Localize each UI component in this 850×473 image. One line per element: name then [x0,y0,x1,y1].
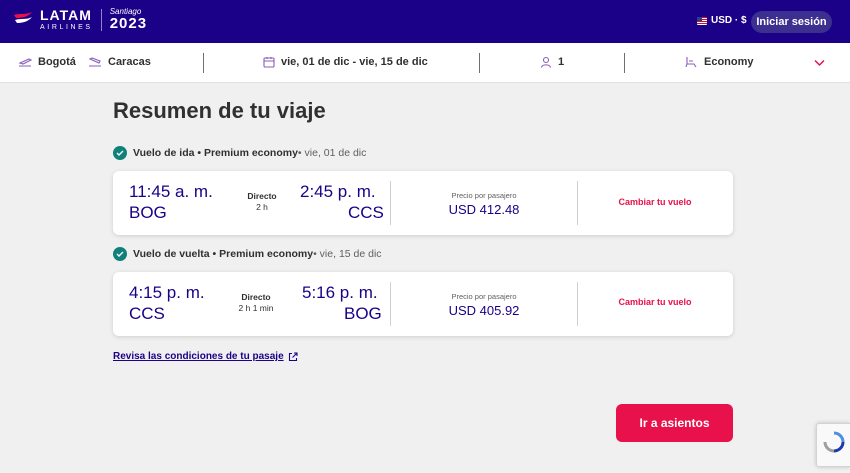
fare-conditions-link[interactable]: Revisa las condiciones de tu pasaje [113,351,298,362]
return-date: • vie, 15 de dic [313,248,382,260]
change-flight-link[interactable]: Cambiar tu vuelo [595,297,715,307]
divider [624,53,625,73]
arrival-time: 2:45 p. m. [300,182,376,201]
return-segment-label: Vuelo de vuelta • Premium economy • vie,… [113,247,382,261]
check-icon [113,247,127,261]
price-caption: Precio por pasajero [451,191,517,200]
divider [577,282,578,326]
divider [390,181,391,225]
logo-divider [100,8,102,31]
outbound-flight-card: 11:45 a. m. BOG Directo 2 h 2:45 p. m. C… [113,171,733,235]
outbound-date: • vie, 01 de dic [297,147,367,159]
departure-airport: CCS [129,304,165,323]
seat-icon [685,57,697,68]
recaptcha-badge[interactable] [816,423,850,467]
price-value: USD 405.92 [448,303,520,318]
stops-label: Directo [247,191,277,201]
departure-airport: BOG [129,203,167,222]
page-title: Resumen de tu viaje [113,98,326,123]
origin-field[interactable]: Bogotá [18,56,76,68]
change-flight-link[interactable]: Cambiar tu vuelo [595,197,715,207]
outbound-segment-label: Vuelo de ida • Premium economy • vie, 01… [113,146,366,160]
duration-label: 2 h 1 min [238,303,274,313]
flight-info: Directo 2 h 1 min [221,292,291,314]
check-icon [113,146,127,160]
currency-label: USD · $ [711,15,747,26]
top-header: LATAM AIRLINES Santiago 2023 USD · $ Ini… [0,0,850,43]
person-icon [540,56,552,68]
price-caption: Precio por pasajero [451,292,517,301]
departure-time: 4:15 p. m. [129,283,205,302]
departure-time: 11:45 a. m. [129,182,213,201]
brand-subtitle: AIRLINES [40,24,93,31]
stops-label: Directo [241,292,271,302]
currency-selector[interactable]: USD · $ [697,15,747,26]
cabin-label: Economy [704,56,754,68]
latam-logo[interactable]: LATAM AIRLINES Santiago 2023 [12,8,147,31]
destination-field[interactable]: Caracas [88,56,151,68]
return-flight-card: 4:15 p. m. CCS Directo 2 h 1 min 5:16 p.… [113,272,733,336]
divider [390,282,391,326]
return-type: Vuelo de vuelta • Premium economy [133,248,314,260]
dates-label: vie, 01 de dic - vie, 15 de dic [281,56,428,68]
us-flag-icon [697,16,707,25]
duration-label: 2 h [256,202,268,212]
divider [203,53,204,73]
login-button[interactable]: Iniciar sesión [751,11,832,33]
search-summary-bar: Bogotá Caracas vie, 01 de dic - vie, 15 … [0,43,850,83]
plane-landing-icon [88,57,101,67]
arrival-airport: CCS [348,203,384,222]
divider [479,53,480,73]
go-to-seats-button[interactable]: Ir a asientos [616,404,733,442]
external-link-icon [288,351,298,361]
event-year: 2023 [109,15,148,32]
latam-logo-icon [14,11,32,23]
arrival-airport: BOG [344,304,382,323]
destination-label: Caracas [108,56,151,68]
fare-conditions-label: Revisa las condiciones de tu pasaje [113,351,284,362]
divider [577,181,578,225]
outbound-type: Vuelo de ida • Premium economy [133,147,298,159]
passengers-field[interactable]: 1 [540,56,564,68]
flight-info: Directo 2 h [227,191,297,213]
chevron-down-icon[interactable] [814,59,825,67]
plane-takeoff-icon [18,58,32,67]
cabin-field[interactable]: Economy [684,56,754,68]
dates-field[interactable]: vie, 01 de dic - vie, 15 de dic [263,56,428,68]
origin-label: Bogotá [38,56,76,68]
calendar-icon [263,57,275,68]
brand-name: LATAM [40,7,92,23]
price-value: USD 412.48 [448,202,520,217]
passengers-label: 1 [558,56,565,68]
arrival-time: 5:16 p. m. [302,283,378,302]
recaptcha-icon [823,431,845,453]
